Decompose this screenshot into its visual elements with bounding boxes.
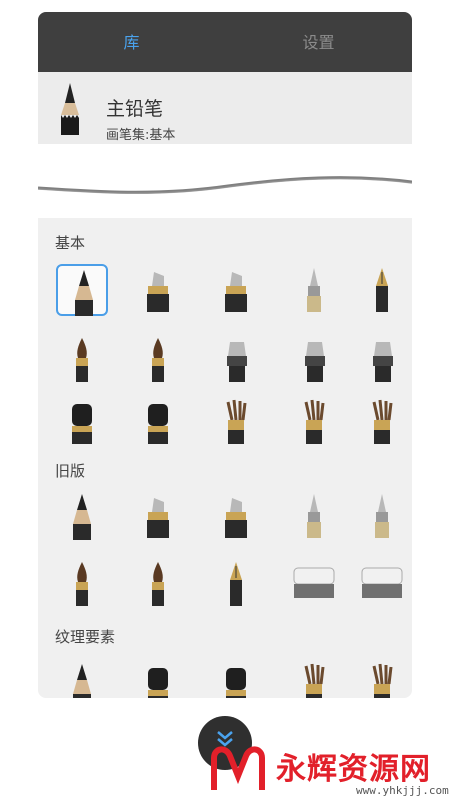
legacy-marker-icon	[147, 498, 169, 538]
brush-tool-airbrush[interactable]	[210, 334, 262, 386]
angled-airbrush-icon	[373, 342, 393, 382]
brush-tool-round-paintbrush[interactable]	[56, 334, 108, 386]
brush-tool-textured-brush[interactable]	[132, 396, 184, 448]
stroke-preview	[38, 144, 412, 218]
brush-tool-fountain-pen[interactable]	[356, 264, 408, 316]
brush-tool-texture-pencil[interactable]	[56, 660, 108, 698]
brush-tool-legacy-nib-pen[interactable]	[210, 558, 262, 610]
brush-tool-angled-airbrush[interactable]	[356, 334, 408, 386]
ballpoint-pen-icon	[307, 268, 321, 312]
fountain-pen-icon	[376, 268, 388, 312]
legacy-chisel-marker-icon	[225, 498, 247, 538]
brush-tool-ballpoint-pen[interactable]	[288, 264, 340, 316]
brush-tool-texture-charcoal[interactable]	[132, 660, 184, 698]
brush-library-panel: 库 设置 主铅笔 画笔集:基本 基本 旧版 纹理要素	[38, 12, 412, 698]
chisel-marker-icon	[225, 272, 247, 312]
brush-tool-texture-splatter[interactable]	[356, 660, 408, 698]
brush-tool-splayed-brush[interactable]	[210, 396, 262, 448]
textured-brush-icon	[148, 404, 168, 444]
brush-tool-legacy-paintbrush[interactable]	[56, 558, 108, 610]
tab-settings[interactable]: 设置	[225, 12, 412, 72]
brush-tool-flat-stamp-brush[interactable]	[56, 396, 108, 448]
legacy-eraser-icon	[293, 567, 335, 598]
brush-tool-pencil[interactable]	[56, 264, 108, 316]
legacy-soft-eraser-icon	[361, 567, 403, 598]
brush-tool-legacy-eraser[interactable]	[288, 558, 340, 610]
texture-charcoal-icon	[148, 668, 168, 698]
flat-stamp-brush-icon	[72, 404, 92, 444]
legacy-nib-pen-icon	[230, 562, 242, 606]
wide-airbrush-icon	[305, 342, 325, 382]
brush-tool-texture-stamp[interactable]	[210, 660, 262, 698]
tab-bar: 库 设置	[38, 12, 412, 72]
splayed-brush-icon	[226, 399, 247, 444]
texture-stamp-icon	[226, 668, 246, 698]
legacy-paintbrush-icon	[76, 562, 88, 606]
watermark: 永辉资源网 www.yhkjjj.com	[206, 738, 450, 800]
texture-splatter-icon	[372, 663, 393, 698]
watermark-url: www.yhkjjj.com	[356, 784, 449, 797]
pencil-icon	[75, 270, 93, 316]
brush-tool-thick-bristle-brush[interactable]	[356, 396, 408, 448]
brush-tool-chisel-marker[interactable]	[210, 264, 262, 316]
legacy-pencil-icon	[73, 494, 91, 540]
wide-marker-icon	[147, 272, 169, 312]
brush-tool-legacy-fine-brush[interactable]	[132, 558, 184, 610]
legacy-ballpoint-icon	[375, 494, 389, 538]
texture-bristle-icon	[304, 663, 325, 698]
legacy-fine-brush-icon	[152, 562, 164, 606]
section-title-legacy: 旧版	[55, 462, 86, 480]
airbrush-icon	[227, 342, 247, 382]
brush-tool-legacy-pencil[interactable]	[56, 490, 108, 542]
tab-library[interactable]: 库	[38, 12, 225, 72]
current-brush-header[interactable]: 主铅笔 画笔集:基本	[38, 72, 412, 144]
brush-tool-legacy-ballpoint[interactable]	[356, 490, 408, 542]
brush-tool-legacy-marker[interactable]	[132, 490, 184, 542]
current-brush-name: 主铅笔	[106, 98, 164, 120]
brush-tool-bristle-brush[interactable]	[288, 396, 340, 448]
brush-tool-texture-bristle[interactable]	[288, 660, 340, 698]
round-paintbrush-icon	[76, 338, 88, 382]
section-title-basic: 基本	[55, 234, 86, 252]
brush-tool-legacy-soft-eraser[interactable]	[356, 558, 408, 610]
watermark-text: 永辉资源网	[276, 752, 431, 787]
thick-bristle-brush-icon	[372, 399, 393, 444]
dark-paintbrush-icon	[152, 338, 164, 382]
current-brush-pencil-icon	[54, 81, 86, 137]
bristle-brush-icon	[304, 399, 325, 444]
brush-tool-legacy-chisel-marker[interactable]	[210, 490, 262, 542]
brush-tool-legacy-felt-pen[interactable]	[288, 490, 340, 542]
watermark-logo-icon	[211, 746, 265, 790]
brush-tool-wide-marker[interactable]	[132, 264, 184, 316]
brush-tool-wide-airbrush[interactable]	[288, 334, 340, 386]
texture-pencil-icon	[73, 664, 91, 698]
section-title-texture: 纹理要素	[55, 628, 116, 646]
current-brush-set: 画笔集:基本	[106, 128, 176, 143]
legacy-felt-pen-icon	[307, 494, 321, 538]
brush-tool-dark-paintbrush[interactable]	[132, 334, 184, 386]
